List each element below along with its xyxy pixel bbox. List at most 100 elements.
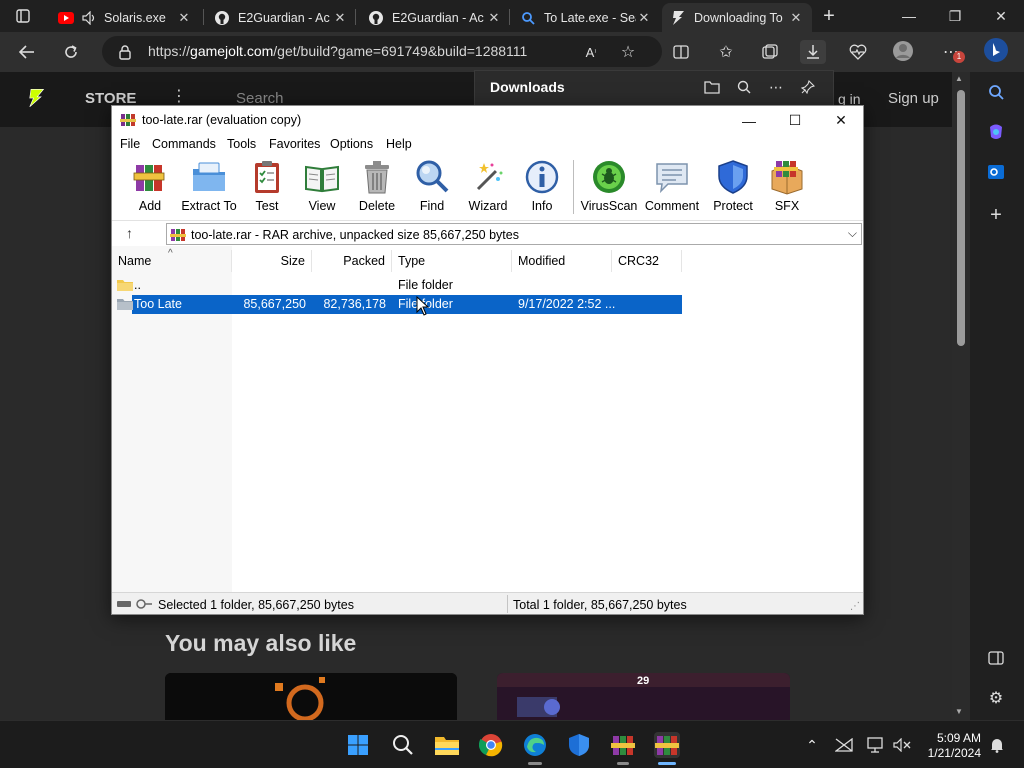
tool-label: Protect [713, 199, 753, 213]
browser-essentials-icon[interactable] [845, 40, 871, 64]
windows-security-icon[interactable] [566, 732, 592, 758]
start-windows-icon[interactable] [345, 732, 371, 758]
back-arrow-icon[interactable] [14, 40, 40, 64]
close-tab-icon[interactable]: ✕ [788, 10, 804, 26]
refresh-icon[interactable] [58, 40, 84, 64]
menu-help[interactable]: Help [386, 137, 412, 151]
favorites-icon[interactable]: ✩ [713, 40, 739, 64]
taskbar-clock-time[interactable]: 5:09 AM [933, 731, 981, 745]
downloads-icon[interactable] [800, 40, 826, 64]
column-header-size[interactable]: Size [232, 250, 312, 272]
tool-view-button[interactable]: View [292, 159, 352, 215]
tool-find-button[interactable]: Find [402, 159, 462, 215]
speaker-muted-icon[interactable] [82, 10, 98, 26]
game-thumbnail-1[interactable] [165, 673, 457, 720]
edge-browser-icon[interactable] [522, 732, 548, 758]
sidebar-search-icon[interactable] [984, 80, 1008, 104]
resize-grip-icon[interactable]: ⋰ [850, 601, 860, 612]
close-tab-icon[interactable]: ✕ [332, 10, 348, 26]
profile-avatar-icon[interactable] [890, 39, 916, 63]
tab-e2guardian-1[interactable]: E2Guardian - Ac ✕ [206, 3, 356, 32]
taskbar-clock-date[interactable]: 1/21/2024 [921, 746, 981, 760]
tab-actions-icon[interactable] [10, 4, 36, 28]
nav-more-icon[interactable]: ⋮ [171, 86, 187, 106]
tab-downloading-active[interactable]: Downloading To ✕ [662, 3, 812, 32]
up-one-level-icon[interactable]: ↑ [126, 225, 133, 241]
pin-icon[interactable] [798, 77, 818, 97]
tool-wizard-button[interactable]: Wizard [458, 159, 518, 215]
winrar-minimize-icon[interactable]: — [726, 106, 772, 135]
chevron-down-icon[interactable]: ⌵ [848, 226, 857, 241]
tool-label: Info [531, 199, 553, 213]
tool-comment-button[interactable]: Comment [642, 159, 702, 215]
column-header-type[interactable]: Type [392, 250, 512, 272]
tool-info-button[interactable]: Info [512, 159, 572, 215]
table-row-too-late[interactable]: Too Late 85,667,250 82,736,178 File fold… [112, 295, 863, 314]
tab-solaris[interactable]: Solaris.exe ✕ [50, 3, 200, 32]
menu-tools[interactable]: Tools [227, 137, 256, 151]
winrar-active-taskbar-icon[interactable] [654, 732, 680, 758]
column-header-modified[interactable]: Modified [512, 250, 612, 272]
volume-muted-icon[interactable] [892, 735, 912, 755]
sidebar-settings-gear-icon[interactable]: ⚙ [984, 686, 1008, 710]
winrar-close-icon[interactable]: ✕ [818, 106, 864, 135]
close-tab-icon[interactable]: ✕ [636, 10, 652, 26]
tool-add-button[interactable]: Add [120, 159, 180, 215]
column-header-crc32[interactable]: CRC32 [612, 250, 682, 272]
table-row-parent[interactable]: .. File folder [112, 276, 863, 295]
copilot-icon[interactable] [984, 120, 1008, 144]
taskbar-search-icon[interactable] [390, 732, 416, 758]
tool-test-button[interactable]: Test [237, 159, 297, 215]
winrar-maximize-icon[interactable]: ☐ [772, 106, 818, 135]
network-disconnected-icon[interactable] [834, 735, 854, 755]
close-window-icon[interactable]: ✕ [978, 0, 1024, 32]
open-folder-icon[interactable] [702, 77, 722, 97]
menu-favorites[interactable]: Favorites [269, 137, 320, 151]
tool-protect-button[interactable]: Protect [703, 159, 763, 215]
add-sidebar-app-icon[interactable]: + [984, 203, 1008, 227]
file-explorer-icon[interactable] [434, 732, 460, 758]
display-network-icon[interactable] [866, 735, 886, 755]
archive-file-list[interactable]: Name ^ Size Packed Type Modified CRC32 .… [112, 246, 863, 592]
column-header-name[interactable]: Name ^ [112, 248, 232, 272]
read-aloud-icon[interactable]: A ⁾ [578, 40, 604, 64]
restore-icon[interactable]: ❐ [932, 0, 978, 32]
gamejolt-logo-icon[interactable] [26, 88, 46, 111]
close-tab-icon[interactable]: ✕ [486, 10, 502, 26]
tab-e2guardian-2[interactable]: E2Guardian - Ac ✕ [360, 3, 510, 32]
notification-bell-icon[interactable] [987, 735, 1007, 755]
comment-icon [656, 163, 688, 194]
tool-sfx-button[interactable]: SFX [757, 159, 817, 215]
scroll-down-arrow-icon[interactable]: ▼ [955, 707, 963, 716]
close-tab-icon[interactable]: ✕ [176, 10, 192, 26]
game-thumbnail-2[interactable]: 29 [497, 673, 790, 720]
search-downloads-icon[interactable] [734, 77, 754, 97]
menu-options[interactable]: Options [330, 137, 373, 151]
copilot-bing-icon[interactable] [983, 38, 1009, 62]
scroll-up-arrow-icon[interactable]: ▲ [955, 74, 963, 83]
signup-link[interactable]: Sign up [888, 90, 939, 107]
outlook-icon[interactable] [984, 160, 1008, 184]
tool-extract-to-button[interactable]: Extract To [179, 159, 239, 215]
menu-commands[interactable]: Commands [152, 137, 216, 151]
tool-delete-button[interactable]: Delete [347, 159, 407, 215]
minimize-icon[interactable]: — [886, 0, 932, 32]
column-header-packed[interactable]: Packed [312, 250, 392, 272]
downloads-more-icon[interactable]: ⋯ [766, 77, 786, 97]
winrar-title-bar[interactable]: too-late.rar (evaluation copy) — ☐ ✕ [112, 106, 863, 135]
tray-chevron-up-icon[interactable]: ⌃ [802, 735, 822, 755]
scrollbar-thumb[interactable] [957, 90, 965, 346]
tab-to-late-search[interactable]: To Late.exe - Sea ✕ [512, 3, 660, 32]
split-screen-icon[interactable] [668, 40, 694, 64]
url-text[interactable]: https://gamejolt.com/get/build?game=6917… [148, 43, 527, 59]
new-tab-button[interactable]: + [816, 4, 842, 28]
menu-file[interactable]: File [120, 137, 140, 151]
lock-icon[interactable] [112, 40, 138, 64]
hide-sidebar-icon[interactable] [984, 646, 1008, 670]
winrar-taskbar-icon[interactable] [610, 732, 636, 758]
favorite-star-icon[interactable]: ☆ [615, 40, 641, 64]
collections-icon[interactable] [757, 40, 783, 64]
tool-virusscan-button[interactable]: VirusScan [579, 159, 639, 215]
chrome-icon[interactable] [478, 732, 504, 758]
archive-path-dropdown[interactable]: too-late.rar - RAR archive, unpacked siz… [166, 223, 862, 245]
